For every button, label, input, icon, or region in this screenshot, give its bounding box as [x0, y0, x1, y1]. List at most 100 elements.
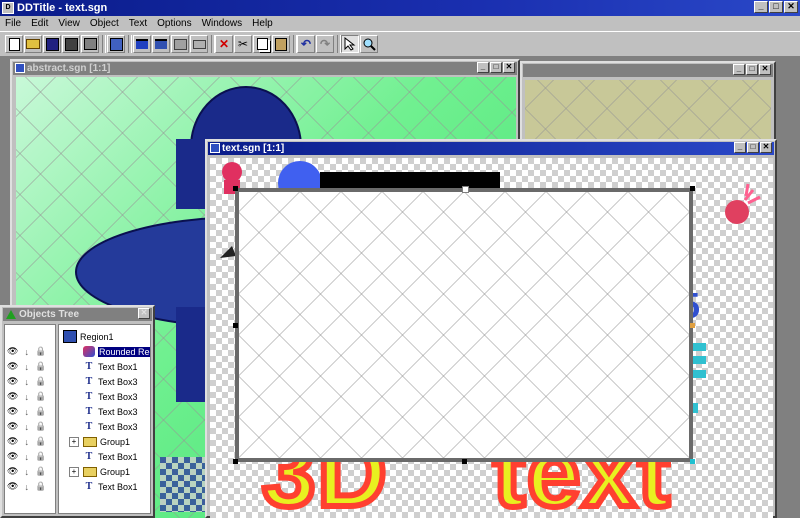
doc1-close-button[interactable]: ✕	[503, 62, 515, 73]
new-icon[interactable]	[5, 35, 23, 53]
open-icon[interactable]	[24, 35, 42, 53]
lock-icon[interactable]: 🔒	[35, 391, 46, 402]
doc1-maximize-button[interactable]: □	[490, 62, 502, 73]
menu-options[interactable]: Options	[152, 18, 196, 29]
paste-icon[interactable]	[272, 35, 290, 53]
doc3-close-button[interactable]: ✕	[759, 64, 771, 75]
document-abstract-title-bar[interactable]: abstract.sgn [1:1] _ □ ✕	[13, 62, 517, 75]
eye-icon[interactable]: 👁	[7, 346, 18, 357]
menu-object[interactable]: Object	[85, 18, 124, 29]
eye-icon[interactable]: 👁	[7, 451, 18, 462]
doc3-maximize-button[interactable]: □	[746, 64, 758, 75]
cut-icon[interactable]: ✂	[234, 35, 252, 53]
expand-icon[interactable]: +	[69, 436, 79, 447]
eye-icon[interactable]: 👁	[7, 436, 18, 447]
tree-item[interactable]: T Text Box1	[83, 359, 138, 374]
copy-icon[interactable]	[253, 35, 271, 53]
rounded-rect-object[interactable]	[235, 188, 693, 462]
eye-icon[interactable]: 👁	[7, 481, 18, 492]
minimize-button[interactable]: _	[754, 1, 768, 13]
save-icon[interactable]	[43, 35, 61, 53]
doc2-minimize-button[interactable]: _	[734, 142, 746, 153]
tree-item[interactable]: Region1	[63, 329, 114, 344]
down-arrow-icon[interactable]: ↓	[24, 437, 29, 447]
menu-edit[interactable]: Edit	[26, 18, 53, 29]
resize-handle-sw[interactable]	[233, 459, 238, 464]
lock-icon[interactable]: 🔒	[35, 346, 46, 357]
tree-item[interactable]: T Text Box3	[83, 419, 138, 434]
document-text-canvas[interactable]: 5 3D text	[210, 158, 773, 518]
menu-help[interactable]: Help	[247, 18, 278, 29]
redo-icon[interactable]: ↷	[316, 35, 334, 53]
save-all-icon[interactable]	[62, 35, 80, 53]
app-icon[interactable]: D	[2, 2, 14, 14]
undo-icon[interactable]: ↶	[297, 35, 315, 53]
tree-item[interactable]: T Text Box1	[83, 449, 138, 464]
down-arrow-icon[interactable]: ↓	[24, 377, 29, 387]
menu-text[interactable]: Text	[124, 18, 152, 29]
maximize-button[interactable]: □	[769, 1, 783, 13]
doc3-minimize-button[interactable]: _	[733, 64, 745, 75]
expand-icon[interactable]: +	[69, 466, 79, 477]
document-window-third[interactable]: _ □ ✕	[520, 61, 776, 151]
select-pointer-icon[interactable]	[341, 35, 359, 53]
lock-icon[interactable]: 🔒	[35, 421, 46, 432]
app-title-bar[interactable]: D DDTitle - text.sgn _ □ ✕	[0, 0, 800, 16]
properties-icon[interactable]	[107, 35, 125, 53]
eye-icon[interactable]: 👁	[7, 391, 18, 402]
lock-icon[interactable]: 🔒	[35, 436, 46, 447]
import-icon[interactable]	[133, 35, 151, 53]
document-window-text[interactable]: text.sgn [1:1] _ □ ✕ 5 3D text	[205, 139, 777, 518]
down-arrow-icon[interactable]: ↓	[24, 407, 29, 417]
menu-file[interactable]: File	[0, 18, 26, 29]
resize-handle-w[interactable]	[233, 323, 238, 328]
resize-handle-s[interactable]	[462, 459, 467, 464]
lock-icon[interactable]: 🔒	[35, 406, 46, 417]
eye-icon[interactable]: 👁	[7, 406, 18, 417]
objects-tree-close-button[interactable]: ✕	[138, 308, 150, 319]
objects-tree-title-bar[interactable]: Objects Tree ✕	[3, 308, 152, 321]
eye-icon[interactable]: 👁	[7, 421, 18, 432]
document-text-title-bar[interactable]: text.sgn [1:1] _ □ ✕	[208, 142, 774, 155]
down-arrow-icon[interactable]: ↓	[24, 422, 29, 432]
print-icon[interactable]	[81, 35, 99, 53]
doc1-minimize-button[interactable]: _	[477, 62, 489, 73]
eye-icon[interactable]: 👁	[7, 466, 18, 477]
down-arrow-icon[interactable]: ↓	[24, 362, 29, 372]
menu-view[interactable]: View	[53, 18, 85, 29]
tree-item[interactable]: T Text Box3	[83, 374, 138, 389]
resize-handle-se[interactable]	[690, 459, 695, 464]
layers-down-icon[interactable]	[190, 35, 208, 53]
layers-icon[interactable]	[171, 35, 189, 53]
tree-item[interactable]: T Text Box1	[83, 479, 138, 494]
lock-icon[interactable]: 🔒	[35, 376, 46, 387]
resize-handle-n[interactable]	[462, 186, 469, 193]
down-arrow-icon[interactable]: ↓	[24, 392, 29, 402]
lock-icon[interactable]: 🔒	[35, 481, 46, 492]
eye-icon[interactable]: 👁	[7, 361, 18, 372]
tree-item[interactable]: + Group1	[69, 464, 130, 479]
tree-item[interactable]: + Group1	[69, 434, 130, 449]
export-icon[interactable]	[152, 35, 170, 53]
objects-tree-panel[interactable]: Objects Tree ✕ 👁 ↓ 🔒 👁 ↓ 🔒 👁 ↓ 🔒 👁 ↓ 🔒 👁 ↓ 🔒 👁 ↓ 🔒 👁 ↓ 🔒 👁 ↓ 🔒 👁…	[0, 305, 155, 518]
resize-handle-e[interactable]	[690, 323, 695, 328]
eye-icon[interactable]: 👁	[7, 376, 18, 387]
zoom-icon[interactable]	[360, 35, 378, 53]
lock-icon[interactable]: 🔒	[35, 451, 46, 462]
close-button[interactable]: ✕	[784, 1, 798, 13]
resize-handle-ne[interactable]	[690, 186, 695, 191]
doc2-close-button[interactable]: ✕	[760, 142, 772, 153]
tree-item[interactable]: Rounded Rect	[83, 344, 150, 359]
lock-icon[interactable]: 🔒	[35, 361, 46, 372]
menu-windows[interactable]: Windows	[197, 18, 248, 29]
tree-item[interactable]: T Text Box3	[83, 404, 138, 419]
resize-handle-nw[interactable]	[233, 186, 238, 191]
down-arrow-icon[interactable]: ↓	[24, 467, 29, 477]
down-arrow-icon[interactable]: ↓	[24, 347, 29, 357]
document-third-title-bar[interactable]: _ □ ✕	[523, 64, 773, 77]
down-arrow-icon[interactable]: ↓	[24, 482, 29, 492]
down-arrow-icon[interactable]: ↓	[24, 452, 29, 462]
delete-icon[interactable]: ✕	[215, 35, 233, 53]
doc2-maximize-button[interactable]: □	[747, 142, 759, 153]
lock-icon[interactable]: 🔒	[35, 466, 46, 477]
